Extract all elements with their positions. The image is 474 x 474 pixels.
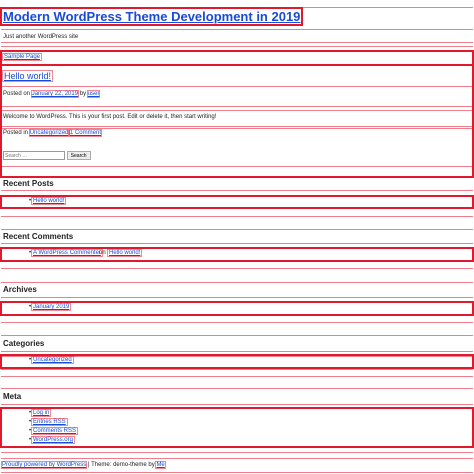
outline-line	[1, 216, 473, 217]
outline-line	[1, 7, 473, 8]
bullet-icon: •	[29, 410, 32, 416]
list-item: • WordPress.org	[2, 436, 472, 445]
post-category-link[interactable]: Uncategorized	[28, 129, 70, 137]
post-author-link[interactable]: user	[86, 90, 101, 98]
nav-item-sample-page[interactable]: Sample Page	[1, 53, 43, 61]
theme-author-link[interactable]: Me	[155, 461, 166, 469]
outline-line	[1, 29, 473, 30]
post-title-link[interactable]: Hello world!	[1, 70, 54, 82]
outline-line	[1, 297, 473, 298]
outline-line	[1, 458, 473, 459]
bullet-icon: •	[29, 304, 32, 310]
outline-line	[1, 282, 473, 283]
bullet-icon: •	[29, 437, 32, 443]
outline-line	[1, 208, 473, 209]
outline-line	[1, 315, 473, 316]
list-item: • January 2019	[2, 303, 472, 312]
widget-title-archives: Archives	[3, 285, 37, 294]
comment-post-link[interactable]: Hello world!	[106, 249, 143, 257]
widget-title-categories: Categories	[3, 339, 45, 348]
meta-entries-rss-link[interactable]: Entries RSS	[31, 418, 68, 426]
category-link[interactable]: Uncategorized	[31, 356, 74, 364]
meta-list: • Log in • Entries RSS • Comments RSS • …	[0, 407, 474, 448]
widget-title-recent-comments: Recent Comments	[3, 232, 74, 241]
outline-line	[1, 176, 473, 177]
theme-credit-label: Theme: demo-theme by	[91, 462, 155, 468]
bullet-icon: •	[29, 428, 32, 434]
outline-line	[1, 42, 473, 43]
main-navigation: Sample Page	[0, 50, 474, 66]
outline-line	[1, 369, 473, 370]
list-item: • Comments RSS	[2, 427, 472, 436]
meta-login-link[interactable]: Log in	[30, 409, 52, 417]
list-item: • Entries RSS	[2, 418, 472, 427]
recent-posts-list: • Hello world!	[0, 195, 474, 209]
widget-title-recent-posts: Recent Posts	[3, 179, 54, 188]
archive-link[interactable]: January 2019	[30, 303, 72, 311]
outline-line	[1, 247, 473, 248]
bullet-icon: •	[29, 198, 32, 204]
recent-comments-list: • A WordPress Commenter on Hello world!	[0, 247, 474, 262]
search-form: Search	[3, 151, 91, 160]
bullet-icon: •	[29, 357, 32, 363]
outline-line	[1, 452, 473, 453]
list-item: • A WordPress Commenter on Hello world!	[2, 249, 472, 258]
bullet-icon: •	[29, 419, 32, 425]
posted-on-label: Posted on	[3, 91, 31, 97]
outline-line	[1, 472, 473, 473]
site-title-link[interactable]: Modern WordPress Theme Development in 20…	[0, 7, 304, 26]
outline-line	[1, 243, 473, 244]
post-meta: Posted on January 22, 2019 by user	[3, 90, 101, 98]
recent-post-link[interactable]: Hello world!	[30, 197, 67, 205]
by-label: by	[79, 91, 87, 97]
search-input[interactable]	[3, 151, 65, 160]
outline-line	[1, 404, 473, 405]
post-content: Welcome to WordPress. This is your first…	[3, 114, 217, 120]
footer-separator: |	[87, 462, 90, 468]
site-footer: Proudly powered by WordPress | Theme: de…	[0, 461, 166, 469]
archives-list: • January 2019	[0, 301, 474, 316]
powered-by-link[interactable]: Proudly powered by WordPress	[0, 461, 88, 469]
outline-line	[1, 322, 473, 323]
outline-line	[1, 351, 473, 352]
outline-line	[1, 268, 473, 269]
posted-in-label: Posted in	[3, 130, 29, 136]
outline-line	[1, 261, 473, 262]
site-tagline: Just another WordPress site	[3, 34, 79, 40]
outline-line	[1, 447, 473, 448]
post-comments-link[interactable]: 1 Comment	[68, 129, 102, 137]
widget-title-meta: Meta	[3, 392, 22, 401]
outline-line	[1, 229, 473, 230]
meta-comments-rss-link[interactable]: Comments RSS	[30, 427, 79, 435]
bullet-icon: •	[29, 250, 32, 256]
post-footer: Posted in Uncategorized|1 Comment	[3, 129, 102, 137]
outline-line	[1, 388, 473, 389]
list-item: • Log in	[2, 409, 472, 418]
meta-wordpress-org-link[interactable]: WordPress.org	[31, 436, 75, 444]
list-item: • Uncategorized	[2, 356, 472, 365]
comment-on-label: on	[99, 250, 106, 256]
post-date-link[interactable]: January 22, 2019	[30, 90, 80, 98]
categories-list: • Uncategorized	[0, 354, 474, 369]
outline-line	[1, 335, 473, 336]
outline-line	[1, 190, 473, 191]
outline-line	[1, 46, 473, 47]
comment-author-link[interactable]: A WordPress Commenter	[31, 249, 103, 257]
list-item: • Hello world!	[2, 197, 472, 206]
search-button[interactable]: Search	[66, 151, 91, 160]
outline-line	[1, 376, 473, 377]
